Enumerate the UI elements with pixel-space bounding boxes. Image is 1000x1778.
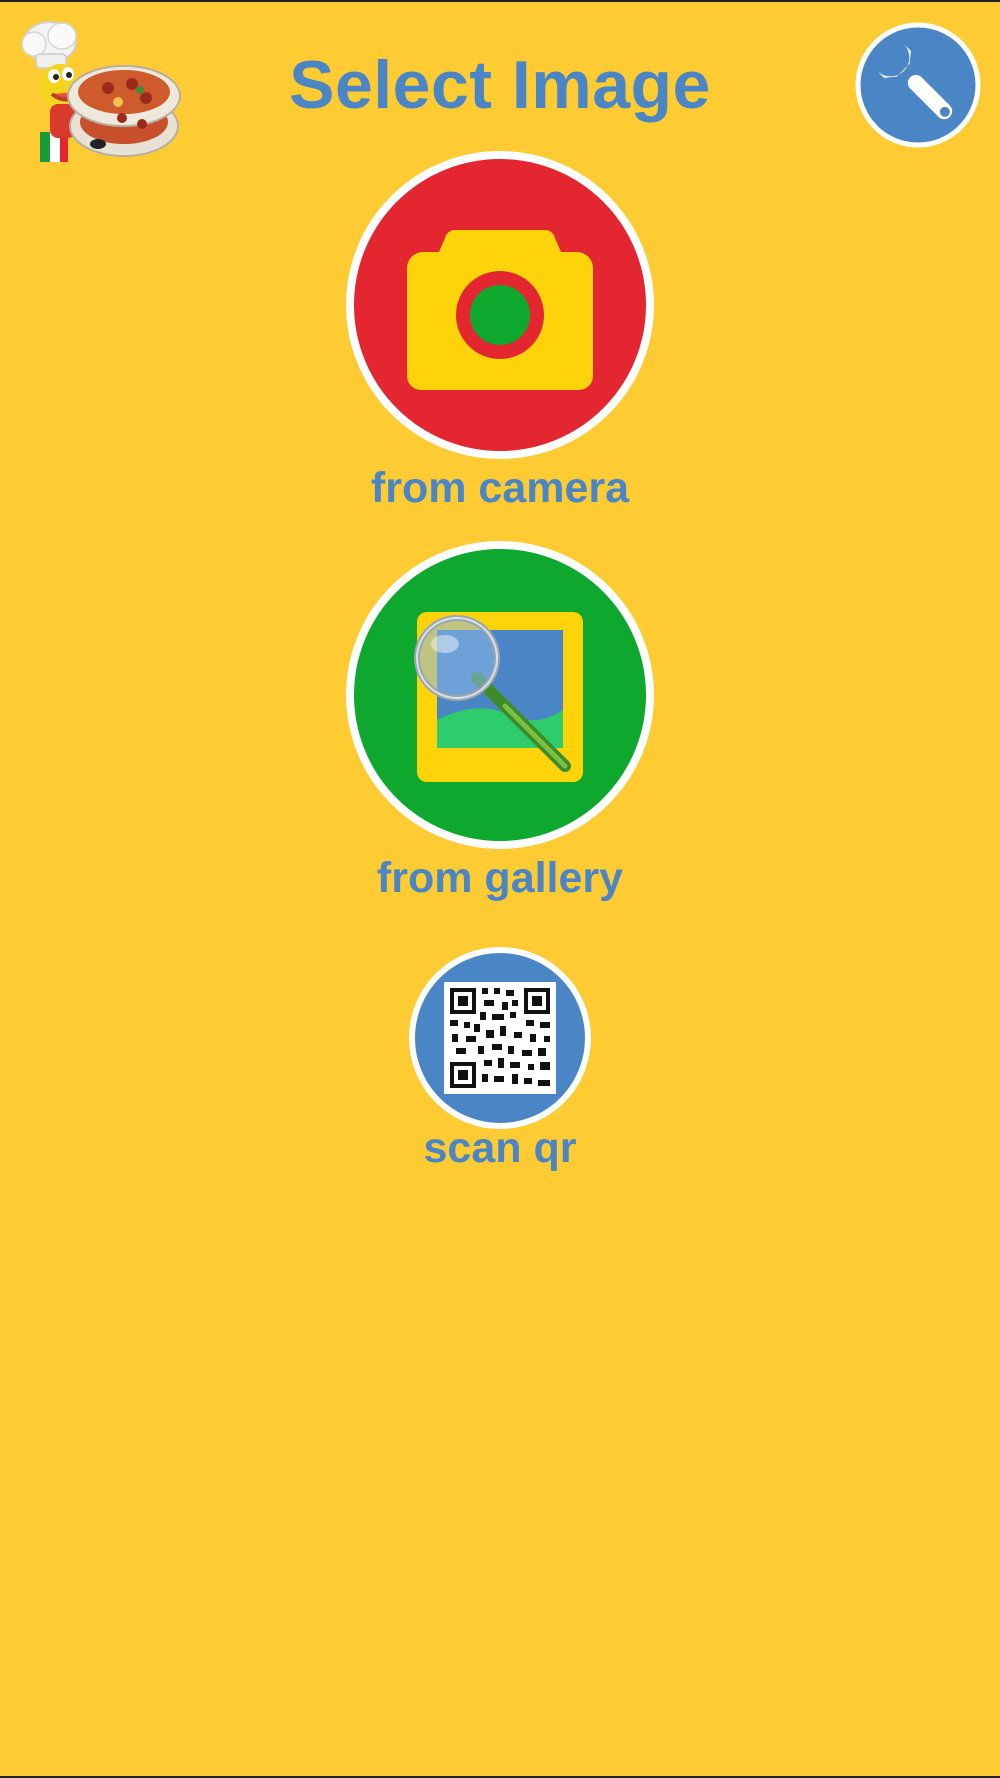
wrench-icon xyxy=(855,22,981,148)
from-camera-option[interactable]: from camera xyxy=(345,150,655,520)
scan-qr-option[interactable]: scan qr xyxy=(408,946,592,1176)
qr-code-icon xyxy=(409,947,591,1129)
app-screen: Select Image from camera from gallery sc… xyxy=(0,0,1000,1778)
settings-button[interactable] xyxy=(855,22,981,148)
qr-label: scan qr xyxy=(423,1124,577,1172)
gallery-label: from gallery xyxy=(376,854,624,902)
camera-label: from camera xyxy=(370,464,630,512)
gallery-search-icon xyxy=(346,541,654,849)
camera-icon xyxy=(346,151,654,459)
from-gallery-option[interactable]: from gallery xyxy=(345,540,655,910)
page-title: Select Image xyxy=(289,47,711,123)
